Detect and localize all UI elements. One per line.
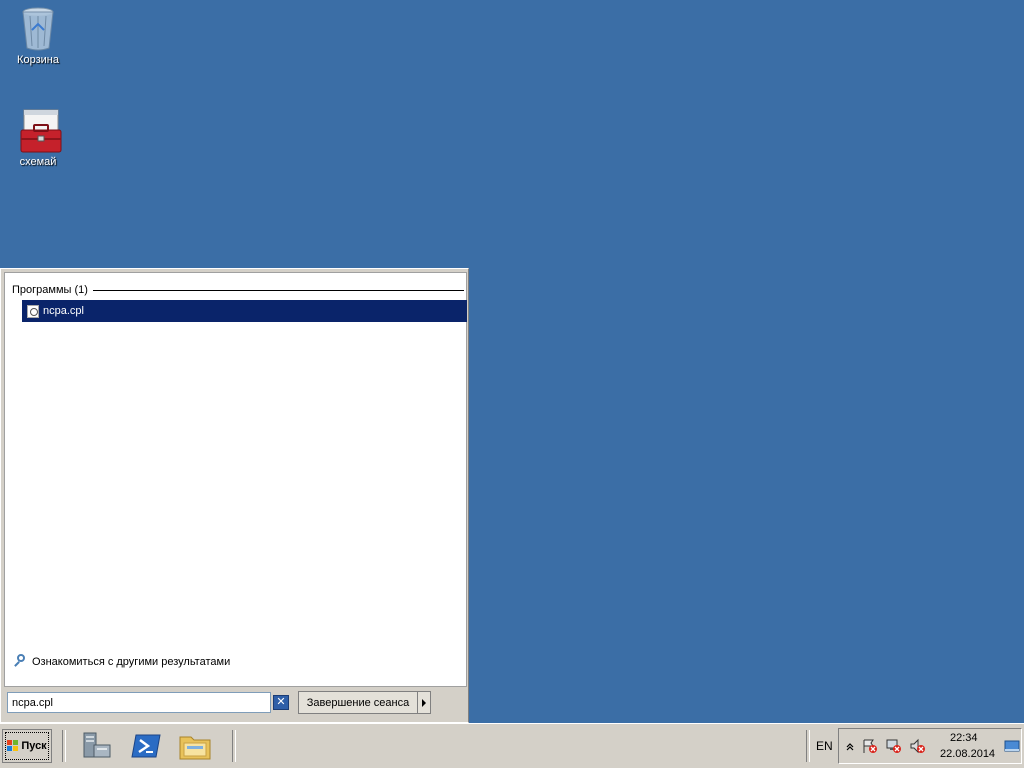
show-desktop-icon[interactable] <box>1004 738 1020 754</box>
search-result-ncpa[interactable]: ncpa.cpl <box>22 300 467 322</box>
action-center-flag-icon[interactable] <box>862 738 878 754</box>
logoff-button[interactable]: Завершение сеанса <box>298 691 418 714</box>
windows-flag-icon <box>7 740 19 752</box>
server-manager-icon[interactable] <box>80 731 112 761</box>
clock-date[interactable]: 22.08.2014 <box>940 748 995 760</box>
search-results-panel: Программы (1) ncpa.cpl Ознакомиться с др… <box>4 272 467 687</box>
logoff-label: Завершение сеанса <box>306 696 410 709</box>
see-more-results-link[interactable]: Ознакомиться с другими результатами <box>13 654 230 669</box>
start-button[interactable]: Пуск <box>2 729 52 763</box>
desktop-icon-label: Корзина <box>17 54 59 66</box>
taskbar-separator <box>232 730 236 762</box>
header-divider <box>92 289 464 291</box>
search-result-label: ncpa.cpl <box>43 305 84 317</box>
toolbox-icon <box>18 108 62 153</box>
start-button-label: Пуск <box>21 740 47 752</box>
start-menu: Программы (1) ncpa.cpl Ознакомиться с др… <box>0 268 469 723</box>
results-group-header: Программы (1) <box>12 283 464 297</box>
language-indicator[interactable]: EN <box>816 739 833 753</box>
desktop-icon-recycle-bin[interactable]: Корзина <box>0 6 76 66</box>
group-header-label: Программы (1) <box>12 284 88 296</box>
taskbar-separator <box>806 730 810 762</box>
clock-time[interactable]: 22:34 <box>950 732 978 744</box>
show-hidden-icons-chevron-icon[interactable] <box>845 738 861 754</box>
clear-search-button[interactable]: ✕ <box>273 695 289 710</box>
taskbar: Пуск EN 22:34 22.08.2014 <box>0 723 1024 768</box>
desktop-icon-label: схемай <box>19 156 57 168</box>
shutdown-options-arrow-button[interactable] <box>417 691 431 714</box>
volume-muted-icon[interactable] <box>910 738 926 754</box>
start-search-input[interactable] <box>7 692 271 713</box>
network-error-icon[interactable] <box>886 738 902 754</box>
explorer-icon[interactable] <box>178 731 211 761</box>
recycle-bin-icon <box>18 6 58 51</box>
powershell-icon[interactable] <box>130 731 162 761</box>
desktop-icon-toolbox[interactable]: схемай <box>0 108 76 168</box>
close-icon: ✕ <box>276 696 286 708</box>
see-more-results-label: Ознакомиться с другими результатами <box>32 655 231 668</box>
control-panel-file-icon <box>27 304 39 318</box>
taskbar-separator <box>62 730 66 762</box>
magnifier-icon <box>13 654 28 669</box>
